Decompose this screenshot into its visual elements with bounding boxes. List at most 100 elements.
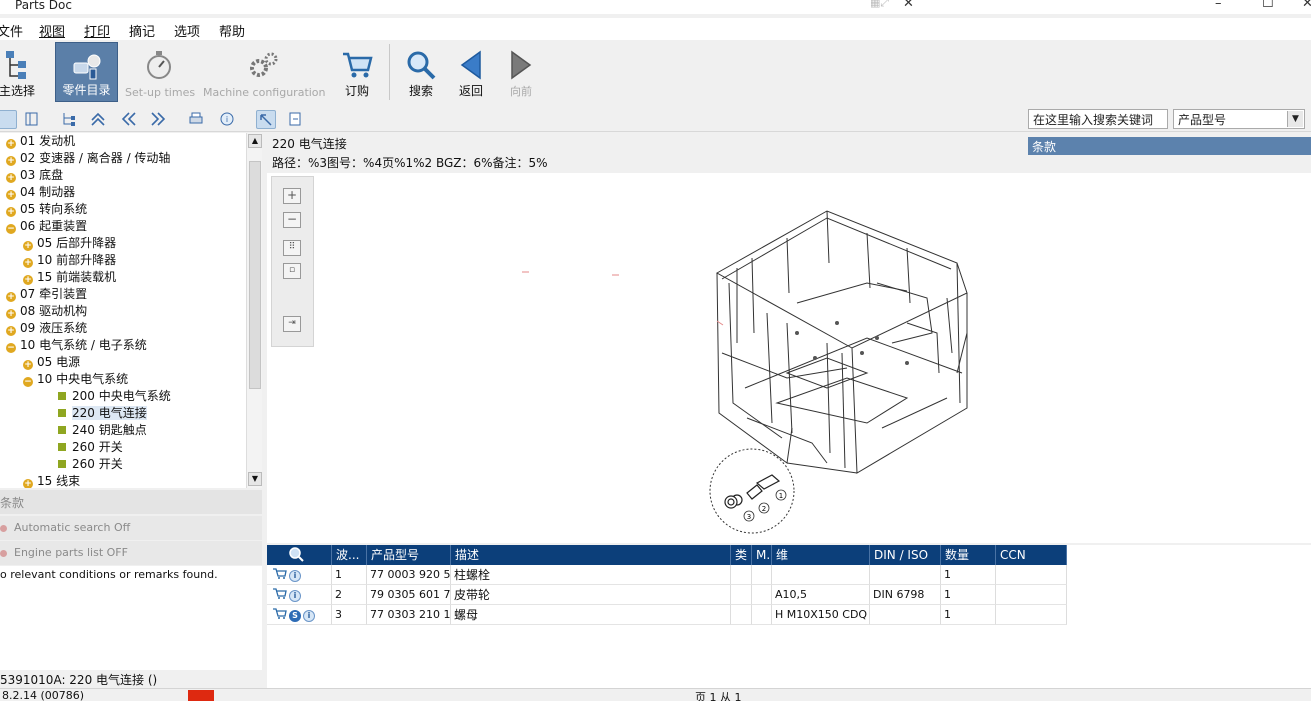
collapse-icon[interactable]: −: [6, 224, 16, 234]
machine-config-button[interactable]: Machine configuration: [203, 42, 326, 102]
expand-icon[interactable]: +: [6, 156, 16, 166]
tree-item[interactable]: +02 变速器 / 离合器 / 传动轴: [6, 150, 170, 167]
expand-icon[interactable]: +: [6, 292, 16, 302]
tree-item[interactable]: −10 电气系统 / 电子系统: [6, 337, 147, 354]
tree-item[interactable]: 220 电气连接: [58, 405, 147, 422]
col-desc[interactable]: 描述: [451, 545, 731, 565]
leaf-node-icon[interactable]: [58, 426, 66, 434]
search-field-select[interactable]: 产品型号 ▼: [1173, 109, 1305, 129]
close-icon[interactable]: ✕: [1302, 0, 1311, 11]
menu-notes[interactable]: 摘记: [129, 21, 155, 40]
panel-view-icon[interactable]: [22, 110, 42, 129]
cart-icon[interactable]: [273, 568, 287, 579]
callout-2[interactable]: 2: [762, 505, 766, 513]
leaf-node-icon[interactable]: [58, 460, 66, 468]
col-m[interactable]: M.: [752, 545, 772, 565]
tree-item[interactable]: +03 底盘: [6, 167, 63, 184]
info-icon[interactable]: i: [289, 570, 301, 582]
tree-item[interactable]: +01 发动机: [6, 133, 75, 150]
expand-icon[interactable]: +: [23, 258, 33, 268]
tree-item[interactable]: +07 牵引装置: [6, 286, 87, 303]
zoom-in-icon[interactable]: +: [283, 188, 301, 204]
tree-item[interactable]: +05 电源: [23, 354, 80, 371]
chevron-down-icon[interactable]: ▼: [1287, 111, 1303, 127]
col-actions[interactable]: [267, 545, 332, 565]
col-din-iso[interactable]: DIN / ISO: [870, 545, 941, 565]
callout-1[interactable]: 1: [779, 492, 783, 500]
forward-button[interactable]: 向前: [502, 42, 540, 102]
cart-icon[interactable]: [273, 608, 287, 619]
info-icon[interactable]: i: [303, 610, 315, 622]
zoom-export-icon[interactable]: ⇥: [283, 316, 301, 332]
tree-item[interactable]: +15 前端装载机: [23, 269, 116, 286]
back-button[interactable]: 返回: [452, 42, 490, 102]
tree-item[interactable]: +15 线束: [23, 473, 80, 488]
tree-item[interactable]: 260 开关: [58, 456, 123, 473]
col-pos[interactable]: 波...: [332, 545, 367, 565]
tree-item[interactable]: −06 起重装置: [6, 218, 87, 235]
leaf-node-icon[interactable]: [58, 443, 66, 451]
automatic-search-toggle[interactable]: Automatic search Off: [0, 516, 262, 540]
grid-icon[interactable]: ▦⤢: [870, 0, 889, 10]
scroll-thumb[interactable]: [249, 161, 261, 389]
leaf-node-icon[interactable]: [58, 392, 66, 400]
tree-item[interactable]: +05 转向系统: [6, 201, 87, 218]
zoom-grid-icon[interactable]: ⠿: [283, 240, 301, 256]
zoom-out-icon[interactable]: −: [283, 212, 301, 228]
tree-item[interactable]: +08 驱动机构: [6, 303, 87, 320]
menu-print[interactable]: 打印: [84, 21, 110, 40]
scroll-down-icon[interactable]: ▼: [248, 472, 262, 486]
tree-item[interactable]: 240 钥匙触点: [58, 422, 147, 439]
fit-view-icon[interactable]: [256, 110, 276, 129]
col-part-no[interactable]: 产品型号: [367, 545, 451, 565]
row-actions[interactable]: i: [267, 585, 332, 605]
china-flag-icon[interactable]: [188, 690, 214, 701]
expand-icon[interactable]: +: [23, 275, 33, 285]
tree-item[interactable]: +05 后部升降器: [23, 235, 116, 252]
engine-parts-toggle[interactable]: Engine parts list OFF: [0, 541, 262, 565]
info-icon[interactable]: i: [218, 110, 238, 129]
col-qty[interactable]: 数量: [941, 545, 996, 565]
expand-icon[interactable]: +: [6, 309, 16, 319]
leaf-node-icon[interactable]: [58, 409, 66, 417]
maximize-icon[interactable]: ☐: [1262, 0, 1274, 11]
expand-icon[interactable]: +: [6, 139, 16, 149]
parts-catalog-button[interactable]: 零件目录: [55, 42, 118, 102]
menu-help[interactable]: 帮助: [219, 21, 245, 40]
info-icon[interactable]: i: [289, 590, 301, 602]
close-sub-icon[interactable]: ✕: [903, 0, 914, 11]
expand-icon[interactable]: +: [6, 326, 16, 336]
scroll-up-icon[interactable]: ▲: [248, 134, 262, 148]
search-input[interactable]: 在这里输入搜索关键词: [1028, 109, 1168, 129]
menu-options[interactable]: 选项: [174, 21, 200, 40]
menu-file[interactable]: 文件: [0, 21, 23, 40]
model-select-button[interactable]: 主选择: [0, 42, 40, 102]
col-ccn[interactable]: CCN: [996, 545, 1067, 565]
expand-icon[interactable]: +: [23, 360, 33, 370]
row-actions[interactable]: i: [267, 565, 332, 585]
expand-icon[interactable]: +: [6, 173, 16, 183]
collapse-icon[interactable]: −: [6, 343, 16, 353]
next-page-icon[interactable]: [149, 110, 169, 129]
tree-expand-icon[interactable]: [59, 110, 79, 129]
search-button[interactable]: 搜索: [402, 42, 440, 102]
standard-part-icon[interactable]: S: [289, 610, 301, 622]
tree-item[interactable]: 260 开关: [58, 439, 123, 456]
tree-item[interactable]: +09 液压系统: [6, 320, 87, 337]
row-actions[interactable]: Si: [267, 605, 332, 625]
tree-scrollbar[interactable]: ▲ ▼: [246, 133, 262, 488]
prev-page-icon[interactable]: [119, 110, 139, 129]
tree-item[interactable]: −10 中央电气系统: [23, 371, 128, 388]
print-icon[interactable]: [187, 110, 207, 129]
order-button[interactable]: 订购: [338, 42, 376, 102]
exploded-drawing[interactable]: 1 2 3: [267, 173, 1311, 543]
tree-item[interactable]: +04 制动器: [6, 184, 75, 201]
zoom-fit-icon[interactable]: ▫: [283, 263, 301, 279]
cart-icon[interactable]: [273, 588, 287, 599]
up-level-icon[interactable]: [89, 110, 109, 129]
col-dimension[interactable]: 维: [772, 545, 870, 565]
expand-icon[interactable]: +: [6, 190, 16, 200]
export-icon[interactable]: [286, 110, 306, 129]
expand-icon[interactable]: +: [23, 479, 33, 488]
list-view-icon[interactable]: [0, 110, 17, 129]
